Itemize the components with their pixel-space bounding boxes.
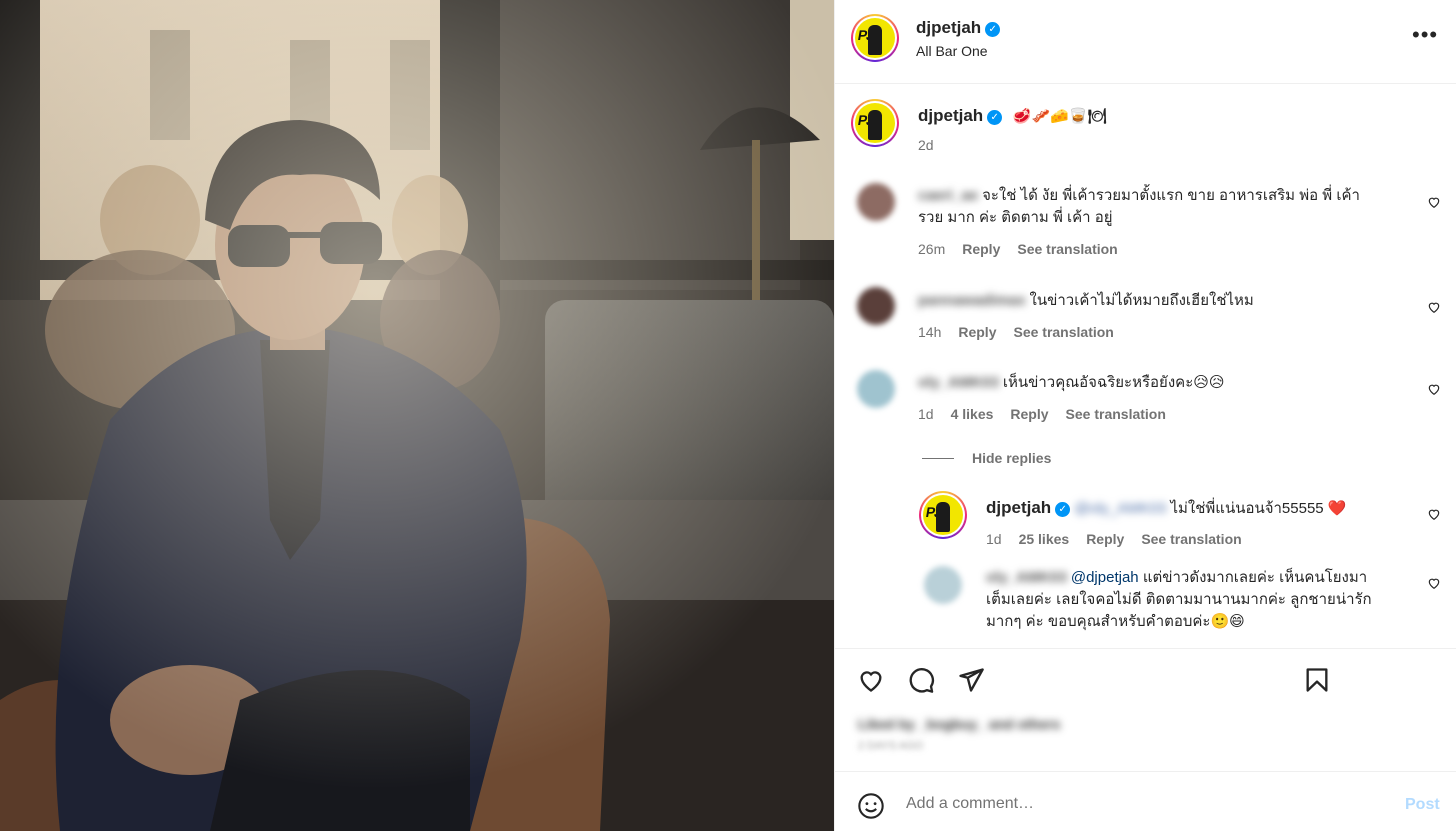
bookmark-icon[interactable]: [1302, 666, 1332, 694]
comment-like-heart-icon[interactable]: [1427, 195, 1441, 209]
reply-mention[interactable]: @oly_AMK03: [1074, 498, 1166, 520]
author-username-text[interactable]: djpetjah: [916, 18, 981, 37]
post-location[interactable]: All Bar One: [916, 43, 988, 59]
caption-emojis: 🥩🥓🧀🥃🍽: [1012, 108, 1107, 125]
comment-bubble-icon[interactable]: [906, 666, 936, 694]
comment-time[interactable]: 14h: [918, 324, 941, 340]
comment-time[interactable]: 1d: [918, 406, 934, 422]
comment-avatar[interactable]: [857, 183, 895, 221]
post-comment-button[interactable]: Post: [1405, 796, 1440, 814]
comment-body: เห็นข่าวคุณอัจฉริยะหรือยังคะ😥😥: [1002, 374, 1225, 391]
caption-time: 2d: [918, 137, 934, 153]
reply-username[interactable]: oly_AMK03: [986, 567, 1067, 589]
comment-likes-count[interactable]: 4 likes: [951, 406, 994, 422]
comment-meta: 1d 4 likes Reply See translation: [918, 406, 1166, 422]
post-header: [835, 0, 1456, 84]
comment-avatar[interactable]: [857, 287, 895, 325]
verified-badge-icon: ✓: [1055, 502, 1071, 517]
hide-replies-label[interactable]: Hide replies: [972, 450, 1051, 466]
emoji-smiley-icon[interactable]: [857, 792, 885, 820]
reply-body: แต่ข่าวดังมากเลยค่ะ เห็นคนโยงมา: [1142, 569, 1368, 586]
comment-body: จะใช่ ได้ งัย พี่เค้ารวยมาตั้งแรก ขาย อา…: [982, 187, 1360, 204]
post-photo[interactable]: [0, 0, 834, 831]
reply-avatar[interactable]: [924, 566, 962, 604]
see-translation-button[interactable]: See translation: [1141, 531, 1241, 547]
comment-text: oly_AMK03 เห็นข่าวคุณอัจฉริยะหรือยังคะ😥😥: [918, 372, 1413, 394]
caption-username[interactable]: djpetjah ✓ 🥩🥓🧀🥃🍽: [918, 106, 1107, 126]
reply-mention[interactable]: @djpetjah: [1071, 569, 1139, 586]
reply-meta: 1d 25 likes Reply See translation: [986, 531, 1242, 547]
comment-avatar[interactable]: [857, 370, 895, 408]
reply-text: oly_AMK03 @djpetjah แต่ข่าวดังมากเลยค่ะ เ…: [986, 567, 1411, 633]
add-comment-input[interactable]: [906, 795, 1376, 813]
post-image: [0, 0, 834, 831]
comment-time[interactable]: 26m: [918, 241, 945, 257]
comment-like-heart-icon[interactable]: [1427, 300, 1441, 314]
more-options-icon[interactable]: •••: [1412, 22, 1438, 48]
reply-username[interactable]: djpetjah: [986, 498, 1051, 517]
comment-body-line2: รวย มาก ค่ะ ติดตาม พี่ เค้า อยู่: [918, 209, 1113, 226]
reply-button[interactable]: Reply: [962, 241, 1000, 257]
comment-body: ในข่าวเค้าไม่ได้หมายถึงเฮียใช่ไหม: [1029, 292, 1254, 309]
comment-meta: 26m Reply See translation: [918, 241, 1118, 257]
see-translation-button[interactable]: See translation: [1017, 241, 1117, 257]
replies-divider-line: [922, 457, 954, 459]
comment-username[interactable]: oly_AMK03: [918, 372, 999, 394]
reply-like-heart-icon[interactable]: [1427, 576, 1441, 590]
comment-text: pannawadimax ในข่าวเค้าไม่ได้หมายถึงเฮียใ…: [918, 290, 1413, 312]
caption-author-avatar[interactable]: PJ: [851, 99, 899, 147]
verified-badge-icon: ✓: [985, 22, 1001, 37]
likes-summary[interactable]: Liked by _bogbuy_ and others: [858, 716, 1060, 732]
reply-button[interactable]: Reply: [958, 324, 996, 340]
reply-author-avatar[interactable]: PJ: [919, 491, 967, 539]
reply-text: djpetjah ✓ @oly_AMK03 ไม่ใช่พี่แน่นอนจ้า5…: [986, 497, 1406, 520]
see-translation-button[interactable]: See translation: [1013, 324, 1113, 340]
caption-username-text[interactable]: djpetjah: [918, 106, 983, 125]
verified-badge-icon: ✓: [987, 110, 1003, 125]
comment-meta: 14h Reply See translation: [918, 324, 1114, 340]
hide-replies-button[interactable]: Hide replies: [922, 450, 1051, 466]
comment-username[interactable]: caeri_ae: [918, 185, 978, 207]
comment-text: caeri_ae จะใช่ ได้ งัย พี่เค้ารวยมาตั้งแร…: [918, 185, 1413, 229]
reply-likes-count[interactable]: 25 likes: [1019, 531, 1070, 547]
comment-like-heart-icon[interactable]: [1427, 382, 1441, 396]
author-username[interactable]: djpetjah ✓: [916, 18, 1001, 38]
paper-plane-icon[interactable]: [956, 666, 986, 694]
reply-body: ไม่ใช่พี่แน่นอนจ้า55555 ❤️: [1170, 500, 1347, 517]
reply-time[interactable]: 1d: [986, 531, 1002, 547]
reply-button[interactable]: Reply: [1086, 531, 1124, 547]
post-date: 2 DAYS AGO: [858, 740, 924, 752]
reply-body-line2: เต็มเลยค่ะ เลยใจคอไม่ดี ติดตามมานานมากค่…: [986, 591, 1372, 608]
heart-icon[interactable]: [856, 666, 886, 694]
reply-body-line3: มากๆ ค่ะ ขอบคุณสำหรับคำตอบค่ะ🙂😄: [986, 613, 1245, 630]
comment-username[interactable]: pannawadimax: [918, 290, 1026, 312]
reply-button[interactable]: Reply: [1010, 406, 1048, 422]
author-avatar[interactable]: PJ: [851, 14, 899, 62]
see-translation-button[interactable]: See translation: [1066, 406, 1166, 422]
reply-like-heart-icon[interactable]: [1427, 507, 1441, 521]
